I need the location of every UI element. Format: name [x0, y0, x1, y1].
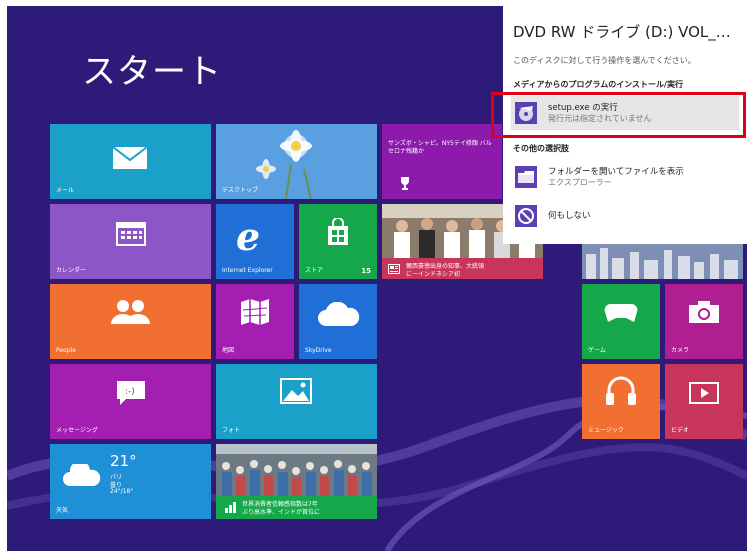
store-tile[interactable]: ストア 15 [299, 204, 377, 279]
message-bubble-icon: :-) [117, 381, 145, 405]
mail-icon [112, 146, 148, 169]
camera-label: カメラ [671, 347, 690, 354]
cloud-icon [63, 464, 101, 486]
market-photo [216, 444, 377, 496]
maps-tile[interactable]: 地図 [216, 284, 294, 359]
prohibited-icon [515, 205, 537, 227]
open-folder-option[interactable]: フォルダーを開いてファイルを表示 エクスプローラー [511, 160, 739, 194]
open-folder-sub: エクスプローラー [548, 178, 612, 187]
store-update-badge: 15 [361, 267, 371, 275]
section-install-heading: メディアからのプログラムのインストール/実行 [513, 80, 683, 89]
finance-chart-icon [225, 502, 236, 513]
skydrive-cloud-icon [318, 302, 360, 326]
weather-label: 天気 [56, 507, 69, 514]
highlight-frame [491, 92, 746, 138]
people-label: People [56, 347, 76, 354]
weather-temperature: 21° [110, 452, 137, 470]
music-label: ミュージック [588, 427, 624, 434]
camera-tile[interactable]: カメラ [665, 284, 743, 359]
news-headline-line2: にーインドネシア初 [406, 271, 461, 278]
skydrive-tile[interactable]: SkyDrive [299, 284, 377, 359]
people-icon [111, 300, 150, 324]
city-photo [582, 242, 743, 279]
games-tile[interactable]: ゲーム [582, 284, 660, 359]
camera-icon [689, 301, 719, 323]
folder-icon [515, 166, 537, 188]
dialog-subtitle: このディスクに対して行う操作を選んでください。 [513, 56, 696, 65]
sports-news-headline: サンズボ・シャピ。NY5テイ修顔 バルセロナ残籍か [388, 140, 492, 155]
messaging-tile[interactable]: :-) メッセージング [50, 364, 211, 439]
desktop-label: デスクトップ [222, 187, 259, 194]
finance-tile[interactable]: 世界消費者信頼感指数は7年 ぶり高水準、インドが首位に [216, 444, 377, 519]
photos-tile[interactable]: フォト [216, 364, 377, 439]
section-other-heading: その他の選択肢 [513, 144, 569, 153]
video-label: ビデオ [671, 427, 690, 434]
open-folder-title: フォルダーを開いてファイルを表示 [548, 167, 684, 177]
travel-tile[interactable] [582, 242, 743, 279]
skydrive-label: SkyDrive [305, 347, 332, 354]
music-tile[interactable]: ミュージック [582, 364, 660, 439]
ie-tile[interactable]: e Internet Explorer [216, 204, 294, 279]
news-icon [388, 264, 400, 274]
store-label: ストア [305, 267, 324, 274]
ie-label: Internet Explorer [222, 267, 273, 274]
calendar-label: カレンダー [56, 267, 87, 274]
mail-tile[interactable]: メール [50, 124, 211, 199]
video-icon [689, 382, 719, 404]
maps-label: 地図 [222, 347, 235, 354]
trophy-icon [401, 177, 409, 190]
weather-tile[interactable]: 21° パリ 曇り 24°/18° 天気 [50, 444, 211, 519]
people-tile[interactable]: People [50, 284, 211, 359]
store-bag-icon [328, 218, 348, 245]
calendar-tile[interactable]: カレンダー [50, 204, 211, 279]
dialog-title: DVD RW ドライブ (D:) VOL_… [513, 23, 731, 41]
video-tile[interactable]: ビデオ [665, 364, 743, 439]
photos-label: フォト [222, 427, 241, 434]
internet-explorer-icon: e [236, 214, 261, 259]
svg-text::-): :-) [125, 387, 135, 397]
take-no-action-title: 何もしない [548, 211, 591, 221]
finance-headline-line2: ぶり高水準、インドが首位に [242, 509, 321, 516]
messaging-label: メッセージング [56, 427, 98, 434]
start-title: スタート [82, 52, 222, 92]
map-icon [241, 299, 269, 325]
photos-icon [280, 378, 312, 404]
headphones-icon [606, 376, 636, 405]
desktop-tile[interactable]: デスクトップ [216, 124, 377, 199]
sports-news-tile[interactable]: サンズボ・シャピ。NY5テイ修顔 バルセロナ残籍か [382, 124, 502, 199]
weather-range: 24°/18° [110, 488, 134, 495]
mail-label: メール [56, 187, 75, 194]
game-controller-icon [604, 304, 638, 322]
games-label: ゲーム [588, 347, 606, 354]
take-no-action-option[interactable]: 何もしない [511, 199, 739, 233]
calendar-icon [116, 222, 146, 246]
